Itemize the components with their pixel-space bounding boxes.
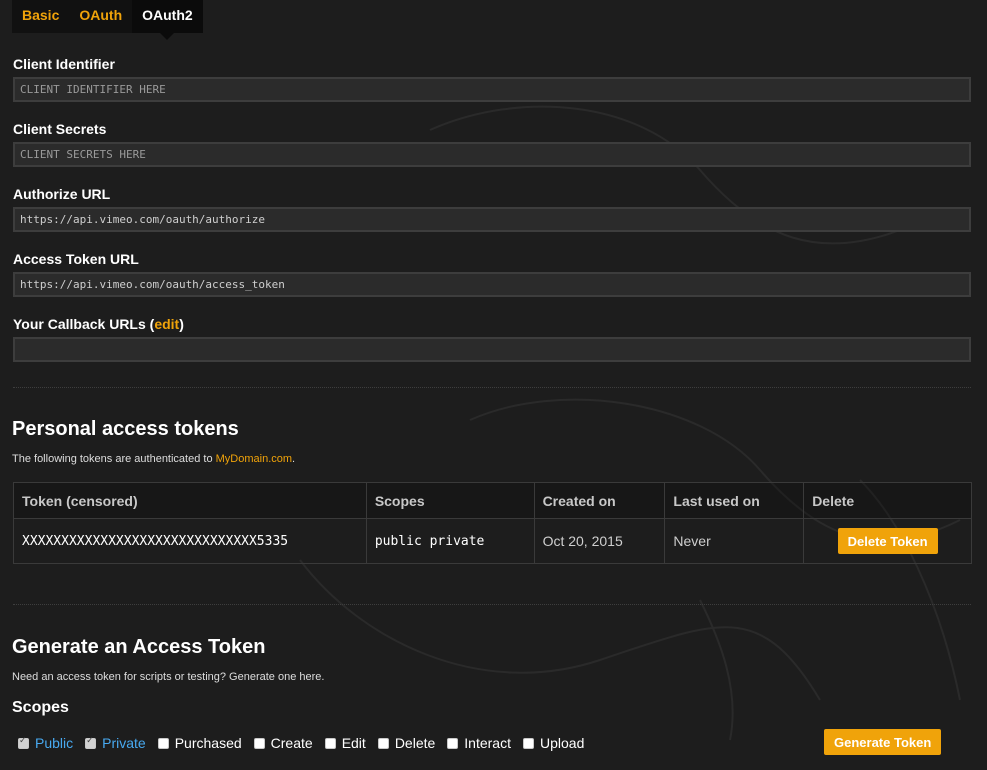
scope-interact-checkbox[interactable] (447, 737, 459, 749)
scopes-label: Scopes (12, 699, 69, 716)
scope-upload-label: Upload (539, 735, 585, 751)
scope-purchased[interactable]: Purchased (157, 735, 242, 751)
scope-upload[interactable]: Upload (522, 735, 585, 751)
tab-basic[interactable]: Basic (12, 0, 70, 33)
token-delete-cell: Delete Token (803, 518, 972, 564)
scope-edit-label: Edit (341, 735, 366, 751)
scope-interact-label: Interact (464, 735, 511, 751)
scope-interact[interactable]: Interact (447, 735, 511, 751)
generate-token-button[interactable]: Generate Token (824, 729, 942, 755)
section-divider (13, 387, 971, 388)
callback-edit-link[interactable]: edit (154, 316, 179, 332)
scope-checkbox-list: Public Private Purchased Create Edit Del… (18, 734, 596, 752)
scope-edit-checkbox[interactable] (324, 737, 336, 749)
scope-delete[interactable]: Delete (377, 735, 436, 751)
column-header-last-used: Last used on (664, 482, 805, 519)
tab-oauth2[interactable]: OAuth2 (132, 0, 203, 40)
scope-delete-checkbox[interactable] (377, 737, 389, 749)
scope-public-checkbox[interactable] (18, 736, 29, 749)
scope-delete-label: Delete (394, 735, 436, 751)
personal-tokens-desc-prefix: The following tokens are authenticated t… (12, 453, 216, 465)
oauth2-settings-page: Basic OAuth OAuth2 Client Identifier Cli… (0, 0, 987, 770)
scope-purchased-label: Purchased (174, 735, 242, 751)
callback-label-suffix: ) (179, 316, 184, 332)
generate-token-title: Generate an Access Token (12, 636, 266, 658)
client-secrets-input[interactable] (13, 142, 971, 167)
tab-oauth[interactable]: OAuth (69, 0, 133, 33)
scope-public-label: Public (35, 735, 74, 751)
scope-private-checkbox[interactable] (85, 736, 97, 749)
section-divider (13, 604, 971, 605)
token-value: XXXXXXXXXXXXXXXXXXXXXXXXXXXXXX5335 (13, 518, 367, 564)
authorize-url-label: Authorize URL (13, 186, 111, 202)
token-last-used: Never (664, 518, 805, 564)
client-identifier-input[interactable] (13, 77, 971, 102)
scope-purchased-checkbox[interactable] (157, 737, 169, 749)
scope-private[interactable]: Private (85, 735, 146, 751)
token-table: Token (censored) Scopes Created on Last … (13, 482, 972, 564)
callback-label-prefix: Your Callback URLs ( (13, 316, 155, 332)
scope-create-checkbox[interactable] (253, 737, 265, 749)
column-header-scopes: Scopes (365, 482, 535, 519)
scope-create-label: Create (270, 735, 313, 751)
callback-urls-label: Your Callback URLs (edit) (13, 316, 184, 332)
column-header-delete: Delete (803, 482, 972, 519)
token-table-header: Token (censored) Scopes Created on Last … (13, 482, 972, 519)
column-header-created: Created on (533, 482, 666, 519)
callback-urls-input[interactable] (13, 337, 971, 362)
generate-token-description: Need an access token for scripts or test… (12, 671, 325, 683)
delete-token-button[interactable]: Delete Token (837, 528, 938, 554)
access-token-url-label: Access Token URL (13, 251, 139, 267)
scope-upload-checkbox[interactable] (522, 737, 534, 749)
personal-tokens-desc-suffix: . (292, 453, 296, 465)
scope-private-label: Private (102, 735, 146, 751)
auth-tabs: Basic OAuth OAuth2 (12, 0, 203, 40)
column-header-token: Token (censored) (13, 482, 367, 519)
token-scopes: public private (365, 518, 535, 564)
authenticated-domain-link[interactable]: MyDomain.com (216, 453, 292, 465)
scope-public[interactable]: Public (18, 735, 73, 751)
access-token-url-input[interactable] (13, 272, 971, 297)
token-created-date: Oct 20, 2015 (533, 518, 666, 564)
scope-edit[interactable]: Edit (324, 735, 366, 751)
client-secrets-label: Client Secrets (13, 121, 107, 137)
scope-create[interactable]: Create (253, 735, 313, 751)
table-row: XXXXXXXXXXXXXXXXXXXXXXXXXXXXXX5335 publi… (13, 518, 972, 564)
authorize-url-input[interactable] (13, 207, 971, 232)
personal-tokens-description: The following tokens are authenticated t… (12, 453, 295, 465)
personal-tokens-title: Personal access tokens (12, 418, 239, 440)
client-identifier-label: Client Identifier (13, 56, 115, 72)
